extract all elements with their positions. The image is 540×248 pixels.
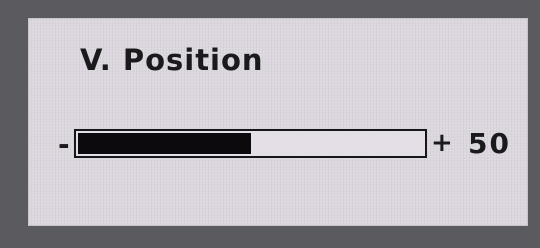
v-position-slider[interactable] [74, 129, 427, 158]
osd-title: V. Position [80, 43, 264, 77]
decrease-indicator[interactable]: - [58, 131, 70, 159]
osd-panel: V. Position - + 50 [28, 18, 528, 226]
slider-fill [78, 133, 251, 154]
slider-value: 50 [468, 127, 511, 160]
increase-indicator[interactable]: + [431, 130, 453, 156]
